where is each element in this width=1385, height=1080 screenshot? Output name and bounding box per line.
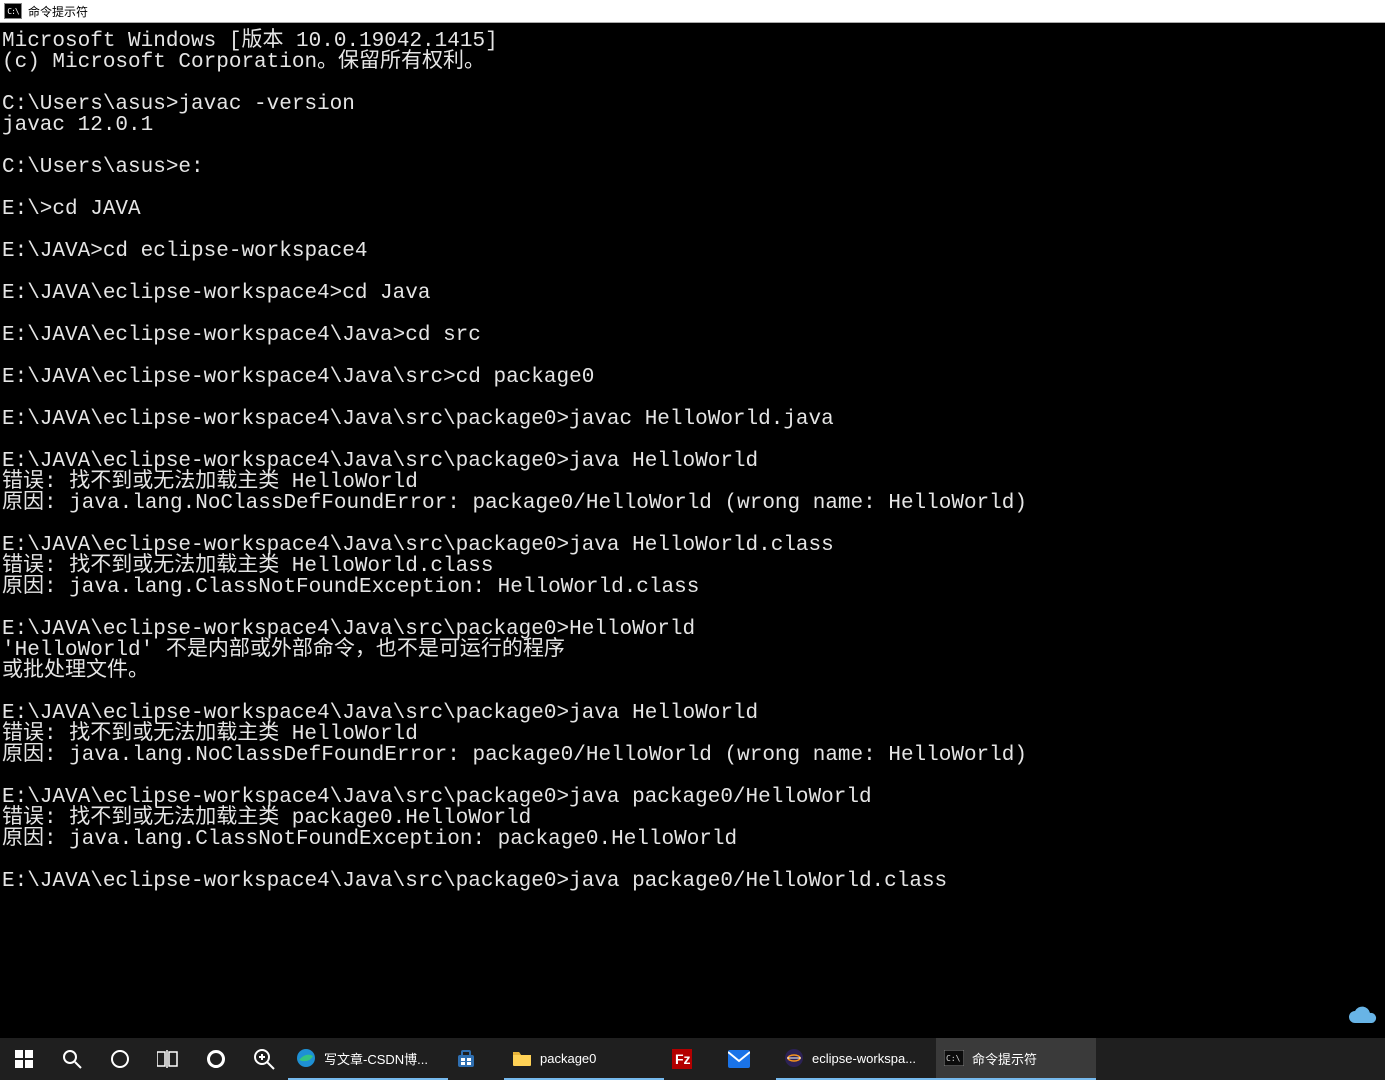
taskbar-app-store[interactable]: [448, 1038, 504, 1080]
taskbar-app-explorer-label: package0: [540, 1051, 596, 1066]
svg-text:Fz: Fz: [675, 1051, 691, 1067]
eclipse-icon: [784, 1048, 804, 1068]
windows-icon: [15, 1050, 33, 1068]
taskbar-app-explorer[interactable]: package0: [504, 1038, 664, 1080]
taskbar-app-edge[interactable]: 写文章-CSDN博...: [288, 1038, 448, 1080]
window-title: 命令提示符: [28, 3, 88, 20]
store-icon: [456, 1049, 476, 1069]
task-view-button[interactable]: [144, 1038, 192, 1080]
swirl-icon: [205, 1048, 227, 1070]
taskbar: 写文章-CSDN博... package0 Fz: [0, 1038, 1385, 1080]
cmd-icon: C:\: [4, 3, 22, 19]
svg-text:C:\: C:\: [946, 1054, 961, 1063]
folder-icon: [512, 1049, 532, 1067]
task-view-icon: [157, 1050, 179, 1068]
search-icon: [62, 1049, 82, 1069]
terminal-output[interactable]: Microsoft Windows [版本 10.0.19042.1415] (…: [0, 23, 1385, 1080]
taskbar-app-cmd[interactable]: C:\ 命令提示符: [936, 1038, 1096, 1080]
taskbar-app-mail[interactable]: [720, 1038, 776, 1080]
taskbar-app-eclipse[interactable]: eclipse-workspa...: [776, 1038, 936, 1080]
cloud-icon: [1345, 1005, 1379, 1034]
titlebar[interactable]: C:\ 命令提示符: [0, 0, 1385, 23]
cortana-icon: [110, 1049, 130, 1069]
cortana-button[interactable]: [96, 1038, 144, 1080]
taskbar-app-filezilla[interactable]: Fz: [664, 1038, 720, 1080]
taskbar-app-edge-label: 写文章-CSDN博...: [324, 1049, 428, 1068]
search-button[interactable]: [48, 1038, 96, 1080]
taskbar-app-eclipse-label: eclipse-workspa...: [812, 1051, 916, 1066]
cmd-taskbar-icon: C:\: [944, 1050, 964, 1066]
cmd-window: C:\ 命令提示符 Microsoft Windows [版本 10.0.190…: [0, 0, 1385, 1080]
taskbar-app-cmd-label: 命令提示符: [972, 1049, 1037, 1068]
filezilla-icon: Fz: [672, 1049, 692, 1069]
mail-icon: [728, 1050, 750, 1068]
start-button[interactable]: [0, 1038, 48, 1080]
copilot-button[interactable]: [192, 1038, 240, 1080]
edge-icon: [296, 1048, 316, 1068]
magnifier-icon: [253, 1048, 275, 1070]
taskbar-spacer: [1096, 1038, 1385, 1080]
magnifier-button[interactable]: [240, 1038, 288, 1080]
